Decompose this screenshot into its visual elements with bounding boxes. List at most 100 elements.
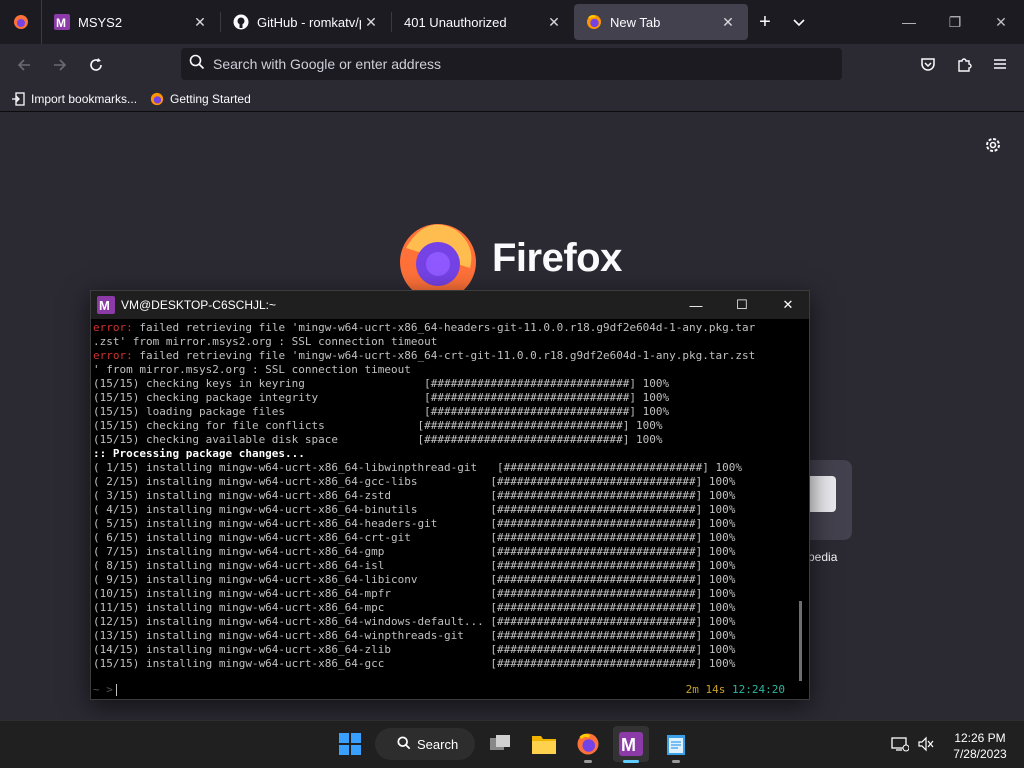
- firefox-view-icon[interactable]: [0, 0, 42, 44]
- file-explorer-icon[interactable]: [526, 726, 562, 762]
- firefox-wordmark: Firefox: [492, 236, 622, 280]
- terminal-line-text: failed retrieving file 'mingw-w64-ucrt-x…: [132, 321, 756, 334]
- firefox-icon: [586, 14, 602, 30]
- terminal-line-text: (15/15) installing mingw-w64-ucrt-x86_64…: [93, 657, 736, 670]
- terminal-line: ( 3/15) installing mingw-w64-ucrt-x86_64…: [93, 489, 793, 503]
- terminal-line: (10/15) installing mingw-w64-ucrt-x86_64…: [93, 587, 793, 601]
- new-tab-button[interactable]: +: [748, 4, 782, 40]
- bookmark-getting-started[interactable]: Getting Started: [149, 91, 251, 107]
- taskbar-search-label: Search: [417, 736, 459, 752]
- terminal-line: ' from mirror.msys2.org : SSL connection…: [93, 363, 793, 377]
- tab-401-unauthorized[interactable]: 401 Unauthorized ✕: [392, 4, 574, 40]
- terminal-line-text: (10/15) installing mingw-w64-ucrt-x86_64…: [93, 587, 736, 600]
- msys2-icon: M: [97, 296, 115, 314]
- bookmarks-toolbar: Import bookmarks... Getting Started: [0, 86, 1024, 112]
- terminal-line-text: ( 2/15) installing mingw-w64-ucrt-x86_64…: [93, 475, 736, 488]
- terminal-scrollbar[interactable]: [799, 601, 802, 681]
- tab-msys2[interactable]: M MSYS2 ✕: [42, 4, 220, 40]
- list-all-tabs-chevron-down-icon[interactable]: [782, 4, 816, 40]
- terminal-line: ( 7/15) installing mingw-w64-ucrt-x86_64…: [93, 545, 793, 559]
- close-icon[interactable]: ✕: [190, 12, 210, 32]
- terminal-line-text: ( 6/15) installing mingw-w64-ucrt-x86_64…: [93, 531, 736, 544]
- terminal-close-button[interactable]: ✕: [765, 291, 811, 319]
- msys2-taskbar-icon[interactable]: M: [613, 726, 649, 762]
- firefox-taskbar-icon[interactable]: [570, 726, 606, 762]
- error-prefix: error:: [93, 349, 133, 362]
- terminal-line: ( 1/15) installing mingw-w64-ucrt-x86_64…: [93, 461, 793, 475]
- back-button[interactable]: [6, 49, 42, 81]
- bookmark-import[interactable]: Import bookmarks...: [10, 91, 137, 107]
- taskbar-search-button[interactable]: Search: [375, 728, 475, 760]
- error-prefix: error:: [93, 321, 133, 334]
- msys2-icon: M: [54, 14, 70, 30]
- terminal-line-text: (14/15) installing mingw-w64-ucrt-x86_64…: [93, 643, 736, 656]
- terminal-line: :: Processing package changes...: [93, 447, 793, 461]
- close-window-button[interactable]: ✕: [978, 0, 1024, 44]
- minimize-button[interactable]: —: [886, 0, 932, 44]
- terminal-line-text: (11/15) installing mingw-w64-ucrt-x86_64…: [93, 601, 736, 614]
- task-view-icon[interactable]: [482, 726, 518, 762]
- bookmark-label: Getting Started: [170, 91, 251, 106]
- notepad-running-indicator: [672, 760, 680, 763]
- prompt-text: ~ >: [93, 683, 113, 696]
- search-icon: [397, 735, 411, 753]
- terminal-line-text: ' from mirror.msys2.org : SSL connection…: [93, 363, 411, 376]
- firefox-icon: [149, 91, 165, 107]
- taskbar-clock[interactable]: 12:26 PM 7/28/2023: [940, 730, 1020, 762]
- extensions-icon[interactable]: [948, 48, 980, 80]
- terminal-line: ( 6/15) installing mingw-w64-ucrt-x86_64…: [93, 531, 793, 545]
- bookmark-label: Import bookmarks...: [31, 91, 138, 106]
- terminal-cursor: [115, 684, 117, 696]
- restore-button[interactable]: ❐: [932, 0, 978, 44]
- terminal-line: (12/15) installing mingw-w64-ucrt-x86_64…: [93, 615, 793, 629]
- clock-date: 7/28/2023: [953, 747, 1007, 761]
- terminal-line-text: :: Processing package changes...: [93, 447, 305, 460]
- status-time: 12:24:20: [732, 683, 785, 696]
- gear-icon[interactable]: [982, 134, 1004, 156]
- terminal-line: (15/15) checking keys in keyring [######…: [93, 377, 793, 391]
- hamburger-menu-icon[interactable]: [984, 48, 1016, 80]
- start-windows-icon[interactable]: [332, 726, 368, 762]
- terminal-output[interactable]: error: failed retrieving file 'mingw-w64…: [93, 321, 793, 693]
- tab-github[interactable]: GitHub - romkatv/pow ✕: [221, 4, 391, 40]
- close-icon[interactable]: ✕: [361, 12, 381, 32]
- terminal-line: (13/15) installing mingw-w64-ucrt-x86_64…: [93, 629, 793, 643]
- terminal-maximize-button[interactable]: ☐: [719, 291, 765, 319]
- url-input[interactable]: [213, 56, 813, 72]
- pocket-icon[interactable]: [912, 48, 944, 80]
- terminal-line: (15/15) checking available disk space [#…: [93, 433, 793, 447]
- svg-text:M: M: [99, 298, 110, 313]
- terminal-window[interactable]: M VM@DESKTOP-C6SCHJL:~ — ☐ ✕ error: fail…: [90, 290, 810, 700]
- reload-button[interactable]: [78, 49, 114, 81]
- terminal-line: error: failed retrieving file 'mingw-w64…: [93, 349, 793, 363]
- forward-button[interactable]: [42, 49, 78, 81]
- terminal-line: (15/15) checking package integrity [####…: [93, 391, 793, 405]
- tab-label: 401 Unauthorized: [404, 14, 507, 30]
- terminal-status: 2m 14s 12:24:20: [686, 683, 785, 696]
- network-icon[interactable]: [890, 734, 910, 754]
- terminal-line: ( 8/15) installing mingw-w64-ucrt-x86_64…: [93, 559, 793, 573]
- terminal-line: error: failed retrieving file 'mingw-w64…: [93, 321, 793, 335]
- terminal-line-text: .zst' from mirror.msys2.org : SSL connec…: [93, 335, 438, 348]
- terminal-minimize-button[interactable]: —: [673, 291, 719, 319]
- terminal-line-text: ( 3/15) installing mingw-w64-ucrt-x86_64…: [93, 489, 736, 502]
- terminal-prompt[interactable]: ~ >: [93, 683, 117, 696]
- terminal-line: (15/15) checking for file conflicts [###…: [93, 419, 793, 433]
- github-icon: [233, 14, 249, 30]
- search-icon: [189, 54, 205, 75]
- close-icon[interactable]: ✕: [544, 12, 564, 32]
- notepad-icon[interactable]: [658, 726, 694, 762]
- terminal-line: ( 4/15) installing mingw-w64-ucrt-x86_64…: [93, 503, 793, 517]
- volume-muted-icon[interactable]: [916, 734, 936, 754]
- close-icon[interactable]: ✕: [718, 12, 738, 32]
- terminal-line-text: ( 9/15) installing mingw-w64-ucrt-x86_64…: [93, 573, 736, 586]
- terminal-line-text: ( 5/15) installing mingw-w64-ucrt-x86_64…: [93, 517, 736, 530]
- terminal-line-text: ( 4/15) installing mingw-w64-ucrt-x86_64…: [93, 503, 736, 516]
- tab-label: New Tab: [610, 14, 661, 30]
- tab-new-tab[interactable]: New Tab ✕: [574, 4, 748, 40]
- import-icon: [10, 91, 26, 107]
- url-bar[interactable]: [181, 48, 842, 80]
- terminal-title: VM@DESKTOP-C6SCHJL:~: [121, 298, 276, 312]
- terminal-line: (15/15) installing mingw-w64-ucrt-x86_64…: [93, 657, 793, 671]
- top-site-label: pedia: [808, 550, 838, 564]
